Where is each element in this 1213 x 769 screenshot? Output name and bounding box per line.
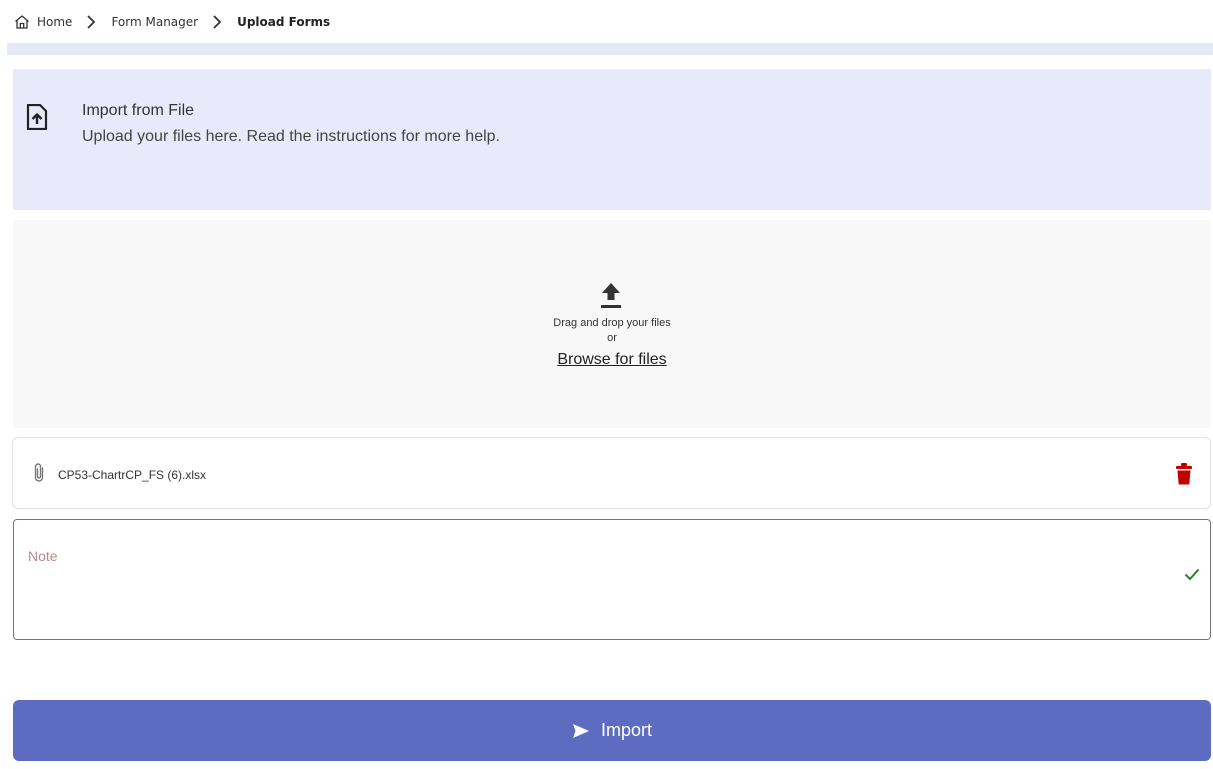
info-panel-title: Import from File bbox=[82, 102, 195, 119]
file-dropzone[interactable]: Drag and drop your files or Browse for f… bbox=[13, 220, 1211, 428]
breadcrumb-home-label: Home bbox=[37, 15, 73, 29]
top-divider-strip bbox=[7, 43, 1213, 55]
breadcrumb-form-manager[interactable]: Form Manager bbox=[111, 15, 198, 29]
home-icon bbox=[14, 14, 30, 30]
paperclip-icon bbox=[32, 462, 46, 484]
breadcrumb-home[interactable]: Home bbox=[14, 14, 72, 30]
file-upload-icon bbox=[26, 103, 48, 131]
or-text: or bbox=[607, 332, 617, 344]
check-icon bbox=[1184, 567, 1200, 581]
browse-files-wrapper: Browse for files bbox=[13, 351, 1211, 369]
chevron-right-icon bbox=[211, 14, 223, 30]
breadcrumb-current: Upload Forms bbox=[237, 15, 331, 29]
send-icon bbox=[572, 723, 590, 739]
delete-file-button[interactable] bbox=[1175, 462, 1193, 486]
uploaded-file-row: CP53-ChartrCP_FS (6).xlsx bbox=[12, 437, 1211, 509]
chevron-right-icon bbox=[85, 14, 97, 30]
note-input[interactable] bbox=[28, 548, 1148, 618]
uploaded-file-name: CP53-ChartrCP_FS (6).xlsx bbox=[58, 468, 207, 482]
info-panel-description: Upload your files here. Read the instruc… bbox=[82, 128, 500, 145]
browse-files-link[interactable]: Browse for files bbox=[557, 351, 666, 368]
drag-drop-text: Drag and drop your files bbox=[553, 317, 671, 329]
upload-arrow-icon bbox=[599, 280, 623, 310]
import-button-label: Import bbox=[600, 720, 652, 740]
import-info-panel: Import from File Upload your files here.… bbox=[13, 69, 1211, 210]
breadcrumb: Home Form Manager Upload Forms bbox=[14, 12, 330, 32]
trash-icon bbox=[1176, 463, 1192, 485]
note-field-container bbox=[13, 519, 1211, 640]
import-button[interactable]: Import bbox=[13, 700, 1211, 761]
